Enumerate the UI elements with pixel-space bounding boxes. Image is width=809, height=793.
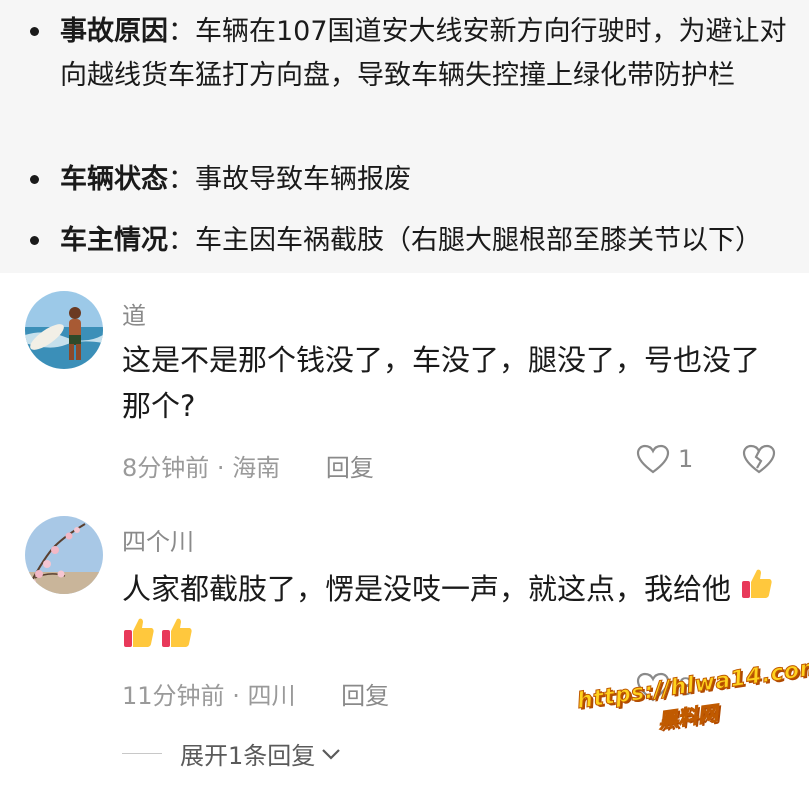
bullet-dot: [30, 27, 39, 36]
bullet-dot: [30, 175, 39, 184]
comment-username[interactable]: 四个川: [122, 522, 194, 557]
bullet-sep: ：: [168, 225, 195, 256]
comment-username[interactable]: 道: [122, 296, 146, 331]
comment-text: 人家都截肢了，愣是没吱一声，就这点，我给他: [122, 566, 782, 664]
thumbs-up-emoji: [160, 616, 194, 664]
bullet-dot: [30, 236, 39, 245]
dislike-button[interactable]: [742, 444, 776, 478]
like-button[interactable]: 1: [636, 444, 693, 474]
broken-heart-icon: [742, 444, 776, 474]
comment-time: 8分钟前: [122, 454, 210, 482]
bullet-sep: ：: [168, 16, 195, 47]
article-bullet-cause: 事故原因：车辆在107国道安大线安新方向行驶时，为避让对向越线货车猛打方向盘，导…: [30, 10, 790, 98]
thumbs-up-icon: [124, 618, 154, 647]
expand-label: 展开1条回复: [180, 742, 316, 770]
bullet-text: 车主因车祸截肢（右腿大腿根部至膝关节以下）: [195, 225, 762, 256]
chevron-down-icon: [322, 748, 341, 760]
comment-text-body: 人家都截肢了，愣是没吱一声，就这点，我给他: [122, 572, 732, 606]
meta-separator: ·: [232, 682, 248, 710]
thumbs-up-icon: [742, 569, 772, 598]
like-button[interactable]: 8: [636, 672, 693, 702]
comment-text: 这是不是那个钱没了，车没了，腿没了，号也没了那个?: [122, 343, 761, 423]
heart-icon: [636, 444, 670, 474]
bullet-body: 车辆状态：事故导致车辆报废: [60, 158, 790, 202]
expand-divider: [122, 753, 162, 754]
thumbs-up-icon: [162, 618, 192, 647]
bullet-key: 车辆状态: [60, 164, 168, 195]
comment-location: 海南: [232, 454, 281, 482]
comment-time: 11分钟前: [122, 682, 225, 710]
expand-replies-button[interactable]: 展开1条回复: [122, 736, 341, 771]
surfer-photo-icon: [25, 291, 103, 369]
article-bullet-vehicle: 车辆状态：事故导致车辆报废: [30, 158, 790, 202]
comment-item: 道 这是不是那个钱没了，车没了，腿没了，号也没了那个? 8分钟前 · 海南 回复…: [0, 273, 809, 495]
comment-meta: 11分钟前 · 四川 回复: [122, 676, 389, 711]
reply-button[interactable]: 回复: [326, 454, 374, 482]
surfer-avatar[interactable]: [25, 291, 103, 369]
meta-separator: ·: [216, 454, 233, 482]
article-bullet-owner: 车主情况：车主因车祸截肢（右腿大腿根部至膝关节以下）: [30, 219, 790, 263]
blossom-photo-icon: [25, 516, 103, 594]
bullet-key: 车主情况: [60, 225, 168, 256]
blossom-avatar[interactable]: [25, 516, 103, 594]
like-count: 1: [678, 445, 694, 473]
bullet-key: 事故原因: [60, 16, 168, 47]
comment-meta: 8分钟前 · 海南 回复: [122, 448, 374, 483]
like-count: 8: [678, 673, 694, 701]
thumbs-up-emoji: [740, 567, 774, 615]
comment-screen: 事故原因：车辆在107国道安大线安新方向行驶时，为避让对向越线货车猛打方向盘，导…: [0, 0, 809, 793]
reply-button[interactable]: 回复: [341, 682, 389, 710]
bullet-body: 车主情况：车主因车祸截肢（右腿大腿根部至膝关节以下）: [60, 219, 790, 263]
comment-item: 四个川 人家都截肢了，愣是没吱一声，就这点，我给他 11分钟前 · 四川 回复 …: [0, 500, 809, 790]
quoted-article: 事故原因：车辆在107国道安大线安新方向行驶时，为避让对向越线货车猛打方向盘，导…: [0, 0, 809, 273]
comment-location: 四川: [247, 682, 296, 710]
heart-icon: [636, 672, 670, 702]
thumbs-up-emoji: [122, 616, 156, 664]
bullet-text: 事故导致车辆报废: [195, 164, 411, 195]
bullet-body: 事故原因：车辆在107国道安大线安新方向行驶时，为避让对向越线货车猛打方向盘，导…: [60, 10, 790, 98]
bullet-sep: ：: [168, 164, 195, 195]
